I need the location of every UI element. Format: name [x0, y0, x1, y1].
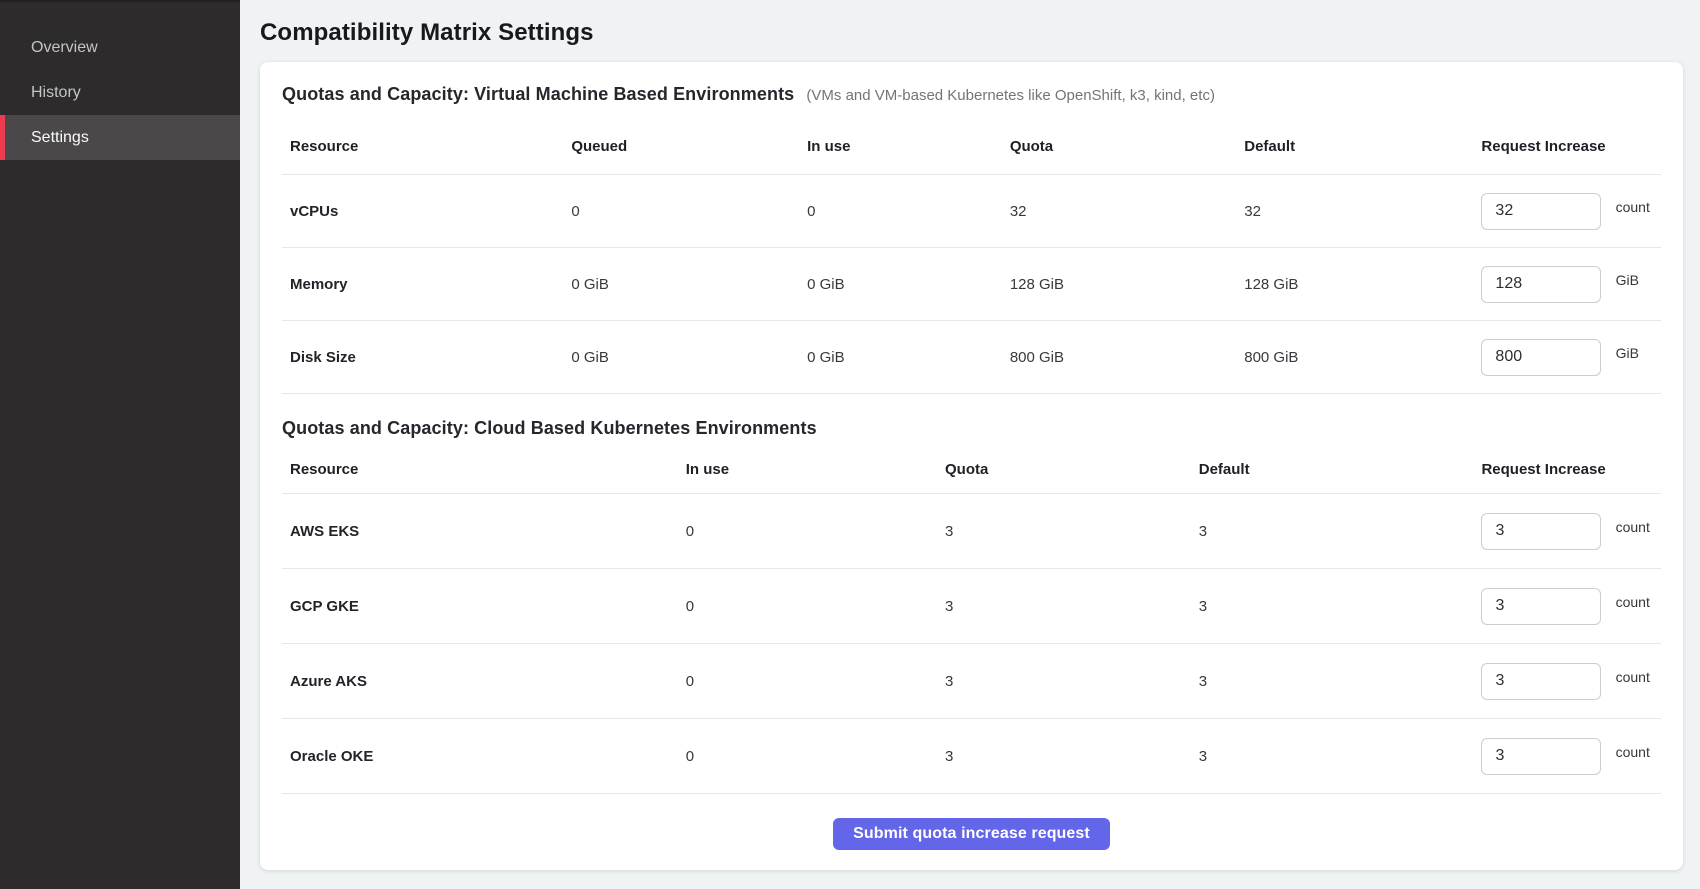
table-row-gcp-gke: GCP GKE 0 3 3 count	[282, 569, 1661, 644]
in-use-value: 0 GiB	[799, 321, 1002, 394]
queued-value: 0 GiB	[563, 321, 799, 394]
default-value: 3	[1191, 644, 1474, 719]
column-header-in-use: In use	[678, 447, 937, 494]
vm-table-header-row: Resource Queued In use Quota Default Req…	[282, 117, 1661, 175]
resource-name: AWS EKS	[282, 494, 678, 569]
page-title: Compatibility Matrix Settings	[260, 18, 1683, 47]
submit-quota-increase-button[interactable]: Submit quota increase request	[833, 818, 1110, 850]
in-use-value: 0	[799, 175, 1002, 248]
unit-label: count	[1616, 594, 1650, 610]
table-row-disk-size: Disk Size 0 GiB 0 GiB 800 GiB 800 GiB Gi…	[282, 321, 1661, 394]
unit-label: count	[1616, 199, 1650, 215]
sidebar: Overview History Settings	[0, 0, 240, 889]
vm-quotas-section: Quotas and Capacity: Virtual Machine Bas…	[282, 84, 1661, 394]
sidebar-item-settings[interactable]: Settings	[0, 115, 240, 160]
app-window: Overview History Settings Compatibility …	[0, 0, 1700, 889]
default-value: 800 GiB	[1236, 321, 1473, 394]
cloud-section-heading: Quotas and Capacity: Cloud Based Kuberne…	[282, 418, 1661, 439]
unit-label: GiB	[1616, 345, 1639, 361]
quota-value: 3	[937, 569, 1191, 644]
cloud-section-title: Quotas and Capacity: Cloud Based Kuberne…	[282, 418, 817, 438]
column-header-default: Default	[1236, 117, 1473, 175]
in-use-value: 0	[678, 494, 937, 569]
sidebar-nav: Overview History Settings	[0, 2, 240, 160]
quota-value: 3	[937, 494, 1191, 569]
vcpus-request-input[interactable]	[1481, 193, 1601, 230]
in-use-value: 0	[678, 644, 937, 719]
cloud-quota-table: Resource In use Quota Default Request In…	[282, 447, 1661, 794]
column-header-in-use: In use	[799, 117, 1002, 175]
quota-value: 3	[937, 719, 1191, 794]
submit-row: Submit quota increase request	[282, 794, 1661, 850]
column-header-quota: Quota	[937, 447, 1191, 494]
oracle-oke-request-input[interactable]	[1481, 738, 1601, 775]
in-use-value: 0	[678, 719, 937, 794]
queued-value: 0 GiB	[563, 248, 799, 321]
vm-section-heading: Quotas and Capacity: Virtual Machine Bas…	[282, 84, 1661, 105]
in-use-value: 0	[678, 569, 937, 644]
resource-name: GCP GKE	[282, 569, 678, 644]
gcp-gke-request-input[interactable]	[1481, 588, 1601, 625]
unit-label: count	[1616, 669, 1650, 685]
table-row-vcpus: vCPUs 0 0 32 32 count	[282, 175, 1661, 248]
resource-name: Azure AKS	[282, 644, 678, 719]
unit-label: count	[1616, 744, 1650, 760]
in-use-value: 0 GiB	[799, 248, 1002, 321]
quota-value: 32	[1002, 175, 1236, 248]
default-value: 3	[1191, 494, 1474, 569]
cloud-k8s-quotas-section: Quotas and Capacity: Cloud Based Kuberne…	[282, 418, 1661, 794]
default-value: 32	[1236, 175, 1473, 248]
resource-name: vCPUs	[282, 175, 563, 248]
column-header-default: Default	[1191, 447, 1474, 494]
table-row-oracle-oke: Oracle OKE 0 3 3 count	[282, 719, 1661, 794]
vm-quota-table: Resource Queued In use Quota Default Req…	[282, 117, 1661, 394]
column-header-resource: Resource	[282, 447, 678, 494]
default-value: 3	[1191, 569, 1474, 644]
disk-size-request-input[interactable]	[1481, 339, 1601, 376]
quota-value: 3	[937, 644, 1191, 719]
azure-aks-request-input[interactable]	[1481, 663, 1601, 700]
column-header-request-increase: Request Increase	[1473, 447, 1661, 494]
unit-label: GiB	[1616, 272, 1639, 288]
settings-card: Quotas and Capacity: Virtual Machine Bas…	[260, 62, 1683, 870]
resource-name: Disk Size	[282, 321, 563, 394]
resource-name: Memory	[282, 248, 563, 321]
sidebar-item-overview[interactable]: Overview	[0, 25, 240, 70]
sidebar-item-history[interactable]: History	[0, 70, 240, 115]
queued-value: 0	[563, 175, 799, 248]
table-row-memory: Memory 0 GiB 0 GiB 128 GiB 128 GiB GiB	[282, 248, 1661, 321]
vm-section-subtitle: (VMs and VM-based Kubernetes like OpenSh…	[806, 87, 1215, 104]
resource-name: Oracle OKE	[282, 719, 678, 794]
column-header-request-increase: Request Increase	[1473, 117, 1661, 175]
column-header-quota: Quota	[1002, 117, 1236, 175]
column-header-queued: Queued	[563, 117, 799, 175]
default-value: 3	[1191, 719, 1474, 794]
table-row-azure-aks: Azure AKS 0 3 3 count	[282, 644, 1661, 719]
vm-section-title: Quotas and Capacity: Virtual Machine Bas…	[282, 84, 794, 104]
default-value: 128 GiB	[1236, 248, 1473, 321]
quota-value: 128 GiB	[1002, 248, 1236, 321]
cloud-table-header-row: Resource In use Quota Default Request In…	[282, 447, 1661, 494]
main-content: Compatibility Matrix Settings Quotas and…	[240, 0, 1700, 889]
aws-eks-request-input[interactable]	[1481, 513, 1601, 550]
unit-label: count	[1616, 519, 1650, 535]
column-header-resource: Resource	[282, 117, 563, 175]
quota-value: 800 GiB	[1002, 321, 1236, 394]
table-row-aws-eks: AWS EKS 0 3 3 count	[282, 494, 1661, 569]
memory-request-input[interactable]	[1481, 266, 1601, 303]
